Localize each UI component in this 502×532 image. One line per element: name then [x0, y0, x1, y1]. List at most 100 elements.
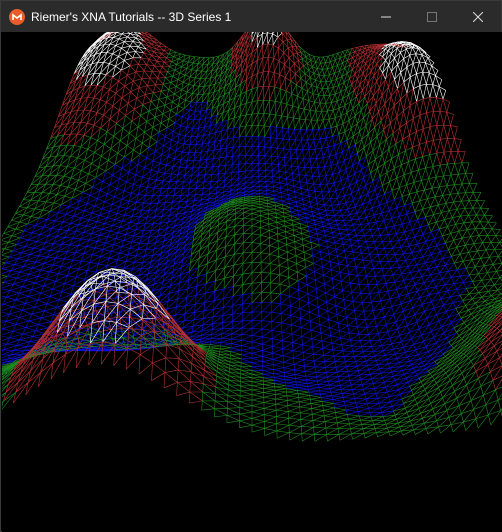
mesh-triangle [357, 73, 364, 85]
mesh-triangle [314, 147, 323, 159]
mesh-triangle [350, 245, 361, 253]
mesh-triangle [450, 253, 461, 264]
mesh-triangle [400, 92, 408, 111]
mesh-triangle [28, 289, 42, 297]
mesh-triangle [358, 283, 369, 294]
mesh-triangle [324, 283, 335, 294]
mesh-triangle [319, 324, 331, 334]
mesh-triangle [450, 421, 465, 433]
mesh-triangle [398, 293, 409, 305]
mesh-triangle [272, 33, 279, 46]
mesh-triangle [251, 198, 260, 201]
close-button[interactable] [455, 1, 501, 32]
mesh-triangle [209, 224, 219, 237]
mesh-triangle [80, 84, 92, 99]
mesh-triangle [370, 416, 384, 422]
mesh-triangle [198, 244, 209, 259]
mesh-triangle [259, 193, 267, 197]
mesh-triangle [209, 344, 221, 348]
mesh-triangle [174, 86, 183, 95]
mesh-triangle [135, 35, 144, 42]
mesh-triangle [52, 280, 66, 290]
mesh-triangle [287, 189, 296, 195]
mesh-triangle [425, 166, 434, 179]
mesh-triangle [257, 57, 264, 74]
mesh-triangle [232, 312, 244, 322]
mesh-triangle [233, 115, 241, 129]
mesh-triangle [329, 327, 341, 337]
mesh-triangle [392, 247, 402, 255]
mesh-triangle [305, 267, 316, 277]
mesh-triangle [320, 217, 330, 223]
mesh-triangle [485, 248, 496, 258]
mesh-triangle [415, 156, 424, 171]
mesh-triangle [257, 71, 264, 88]
render-viewport[interactable] [2, 32, 502, 532]
mesh-triangle [129, 57, 140, 67]
maximize-button[interactable] [409, 1, 455, 32]
mesh-triangle [274, 86, 281, 102]
mesh-triangle [46, 296, 60, 305]
mesh-triangle [414, 208, 424, 220]
mesh-triangle [271, 170, 280, 177]
mesh-triangle [436, 124, 445, 140]
mesh-triangle [219, 348, 231, 353]
mesh-triangle [426, 139, 434, 155]
mesh-triangle [262, 356, 274, 362]
mesh-triangle [177, 369, 192, 383]
mesh-triangle [291, 165, 299, 174]
mesh-triangle [260, 272, 272, 283]
mesh-triangle [115, 232, 127, 240]
mesh-triangle [468, 385, 482, 401]
mesh-triangle [453, 138, 462, 152]
mesh-triangle [231, 320, 244, 329]
mesh-triangle [305, 175, 314, 184]
mesh-triangle [395, 138, 404, 155]
minimize-button[interactable] [363, 1, 409, 32]
mesh-triangle [216, 367, 230, 377]
mesh-triangle [276, 137, 284, 149]
mesh-triangle [399, 213, 408, 225]
mesh-triangle [12, 299, 27, 308]
mesh-triangle [331, 232, 342, 238]
mesh-triangle [307, 226, 318, 232]
mesh-triangle [217, 172, 226, 182]
mesh-triangle [419, 83, 427, 99]
mesh-triangle [418, 167, 427, 181]
mesh-triangle [435, 175, 444, 187]
mesh-triangle [352, 251, 362, 260]
mesh-triangle [262, 32, 268, 46]
mesh-triangle [284, 77, 292, 92]
mesh-triangle [302, 238, 312, 246]
mesh-triangle [304, 371, 316, 377]
mesh-triangle [300, 129, 308, 141]
title-bar[interactable]: Riemer's XNA Tutorials -- 3D Series 1 [1, 1, 501, 32]
mesh-triangle [148, 136, 158, 148]
mesh-triangle [231, 163, 240, 173]
mesh-triangle [260, 243, 271, 253]
mesh-triangle [368, 407, 381, 413]
mesh-triangle [464, 207, 474, 216]
mesh-triangle [447, 269, 459, 278]
mesh-triangle [18, 309, 33, 318]
mesh-triangle [174, 113, 183, 124]
mesh-triangle [164, 96, 174, 106]
mesh-triangle [364, 89, 372, 104]
mesh-triangle [347, 418, 361, 425]
mesh-triangle [175, 79, 184, 87]
mesh-triangle [217, 364, 230, 373]
mesh-triangle [351, 388, 364, 395]
mesh-triangle [258, 146, 266, 156]
game-window: Riemer's XNA Tutorials -- 3D Series 1 [0, 0, 502, 532]
mesh-triangle [227, 203, 237, 209]
mesh-triangle [152, 84, 162, 93]
mesh-triangle [343, 401, 356, 406]
mesh-triangle [188, 181, 199, 189]
mesh-triangle [361, 346, 373, 353]
mesh-triangle [257, 99, 265, 114]
mesh-triangle [430, 204, 439, 215]
mesh-triangle [290, 211, 300, 217]
mesh-triangle [168, 49, 177, 55]
mesh-triangle [412, 114, 421, 132]
mesh-triangle [299, 308, 311, 319]
